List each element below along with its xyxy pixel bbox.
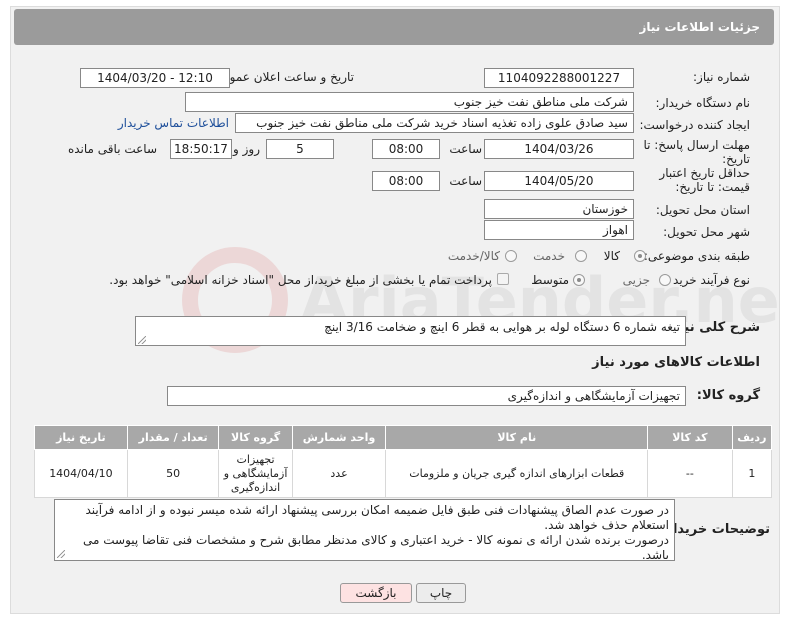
cell-row: 1 (731, 449, 773, 498)
price-validity-label: حداقل تاریخ اعتبار قیمت: تا تاریخ: (659, 166, 750, 194)
need-number-field[interactable]: 1104092288001227 (484, 68, 634, 88)
process-partial-label: جزیی (622, 273, 650, 287)
col-need-date: تاریخ نیاز (34, 425, 128, 450)
category-both-label: کالا/خدمت (447, 249, 500, 263)
buyer-notes-field[interactable]: در صورت عدم الصاق پیشنهادات فنی طبق فایل… (54, 499, 675, 561)
city-field[interactable]: اهواز (484, 220, 634, 240)
reply-date-field[interactable]: 1404/03/26 (484, 139, 634, 159)
requester-label: ایجاد کننده درخواست: (639, 118, 750, 132)
days-field[interactable]: 5 (266, 139, 334, 159)
process-medium-label: متوسط (531, 273, 569, 287)
buyer-notes-resize-grip[interactable] (57, 550, 65, 558)
buyer-notes-label: توضیحات خریدار: (660, 522, 770, 537)
category-goods-label: کالا (603, 249, 620, 263)
table-row[interactable]: 1 -- قطعات ابزارهای اندازه گیری جریان و … (34, 449, 773, 498)
announce-field[interactable]: 1404/03/20 - 12:10 (80, 68, 230, 88)
province-field[interactable]: خوزستان (484, 199, 634, 219)
process-label: نوع فرآیند خرید : (665, 273, 750, 287)
process-partial-radio[interactable] (659, 274, 671, 286)
goods-info-title: اطلاعات کالاهای مورد نیاز (592, 355, 760, 370)
category-service-label: خدمت (533, 249, 565, 263)
treasury-payment-checkbox[interactable] (497, 273, 509, 285)
process-medium-radio[interactable] (573, 274, 585, 286)
page-title: جزئیات اطلاعات نیاز (14, 9, 774, 45)
announce-label: تاریخ و ساعت اعلان عمومی: (209, 70, 354, 84)
col-code: کد کالا (647, 425, 733, 450)
days-label: روز و (233, 142, 260, 156)
category-service-radio[interactable] (575, 250, 587, 262)
description-resize-grip[interactable] (138, 336, 146, 344)
category-label: طبقه بندی موضوعی: (643, 249, 750, 263)
price-time-field[interactable]: 08:00 (372, 171, 440, 191)
cell-unit: عدد (291, 449, 387, 498)
remaining-time-field[interactable]: 18:50:17 (170, 139, 232, 159)
need-number-label: شماره نیاز: (693, 70, 750, 84)
back-button[interactable]: بازگشت (340, 583, 412, 603)
treasury-payment-note: پرداخت تمام یا بخشی از مبلغ خرید،از محل … (109, 273, 492, 287)
category-goods-radio[interactable] (634, 250, 646, 262)
category-both-radio[interactable] (505, 250, 517, 262)
col-name: نام کالا (385, 425, 649, 450)
requester-field[interactable]: سید صادق علوی زاده تغذیه اسناد خرید شرکت… (235, 113, 634, 133)
contact-info-link[interactable]: اطلاعات تماس خریدار (118, 116, 229, 130)
col-unit: واحد شمارش (291, 425, 387, 450)
cell-group: تجهیزات آزمایشگاهی و اندازه‌گیری (218, 449, 293, 498)
col-quantity: تعداد / مقدار (126, 425, 220, 450)
province-label: استان محل تحویل: (655, 203, 750, 217)
goods-table-header: ردیف کد کالا نام کالا واحد شمارش گروه کا… (34, 425, 773, 450)
reply-deadline-label: مهلت ارسال پاسخ: تا تاریخ: (643, 138, 750, 166)
cell-code: -- (647, 449, 733, 498)
goods-table: ردیف کد کالا نام کالا واحد شمارش گروه کا… (34, 425, 773, 498)
buyer-org-label: نام دستگاه خریدار: (655, 96, 751, 110)
cell-need-date: 1404/04/10 (34, 449, 128, 498)
print-button[interactable]: چاپ (416, 583, 466, 603)
city-label: شهر محل تحویل: (663, 225, 750, 239)
cell-name: قطعات ابزارهای اندازه گیری جریان و ملزوم… (385, 449, 649, 498)
reply-time-label: ساعت (449, 142, 482, 156)
price-date-field[interactable]: 1404/05/20 (484, 171, 634, 191)
price-time-label: ساعت (449, 174, 482, 188)
col-group: گروه کالا (218, 425, 293, 450)
remaining-time-label: ساعت باقی مانده (67, 142, 157, 156)
col-row: ردیف (731, 425, 773, 450)
goods-group-label: گروه کالا: (696, 388, 760, 403)
buyer-org-field[interactable]: شرکت ملی مناطق نفت خیز جنوب (185, 92, 634, 112)
goods-group-field[interactable]: تجهیزات آزمایشگاهی و اندازه‌گیری (167, 386, 686, 406)
cell-quantity: 50 (126, 449, 220, 498)
reply-time-field[interactable]: 08:00 (372, 139, 440, 159)
description-field[interactable]: تیغه شماره 6 دستگاه لوله بر هوایی به قطر… (135, 316, 686, 346)
